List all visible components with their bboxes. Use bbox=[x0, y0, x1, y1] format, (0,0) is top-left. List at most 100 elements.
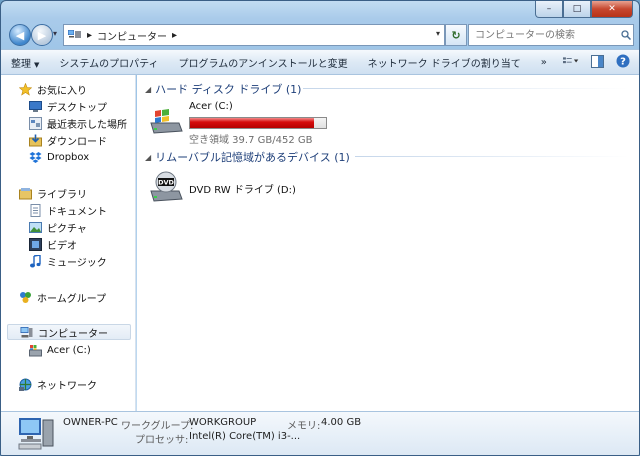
collapse-triangle-icon: ◢ bbox=[145, 84, 152, 94]
windows-drive-icon bbox=[29, 344, 42, 356]
search-input[interactable] bbox=[473, 28, 617, 42]
homegroup-icon bbox=[20, 291, 31, 303]
library-icon bbox=[19, 187, 32, 199]
nav-music-label: ミュージック bbox=[47, 257, 107, 269]
address-row: ◀ ▶ ▾ ▸ コンピューター ▸ ▾ ↻ bbox=[7, 23, 634, 47]
dvd-drive-icon: DVD bbox=[150, 171, 183, 202]
drive-dvd-d-name: DVD RW ドライブ (D:) bbox=[189, 185, 296, 196]
group-header-hard-disk-label: ハード ディスク ドライブ (1) bbox=[155, 83, 302, 96]
svg-text:?: ? bbox=[620, 57, 626, 68]
drive-usage-bar bbox=[189, 117, 327, 129]
group-header-removable[interactable]: ◢ リムーバブル記憶域があるデバイス (1) bbox=[145, 149, 350, 165]
computer-name: OWNER-PC bbox=[63, 417, 118, 428]
nav-desktop-label: デスクトップ bbox=[47, 102, 107, 114]
network-icon bbox=[19, 378, 32, 391]
caption-buttons: – □ ✕ bbox=[535, 1, 633, 18]
nav-desktop[interactable]: デスクトップ bbox=[29, 98, 107, 114]
drive-acer-c-name: Acer (C:) bbox=[189, 101, 233, 112]
system-properties-button[interactable]: システムのプロパティ bbox=[49, 55, 168, 70]
command-bar: 整理 ▼ システムのプロパティ プログラムのアンインストールと変更 ネットワーク … bbox=[1, 49, 639, 75]
maximize-button[interactable]: □ bbox=[563, 1, 591, 18]
nav-dropbox-label: Dropbox bbox=[47, 151, 90, 163]
desktop-icon bbox=[29, 100, 42, 112]
details-pane: OWNER-PC ワークグループ: WORKGROUP メモリ: 4.00 GB… bbox=[1, 411, 639, 455]
navigation-pane: お気に入り デスクトップ 最近表示した場所 ダウンロード Dropbox ライブ… bbox=[1, 75, 136, 411]
group-divider bbox=[303, 88, 629, 89]
nav-network[interactable]: ネットワーク bbox=[19, 376, 97, 392]
group-header-removable-label: リムーバブル記憶域があるデバイス (1) bbox=[155, 151, 350, 164]
preview-pane-icon bbox=[590, 54, 604, 68]
nav-documents[interactable]: ドキュメント bbox=[29, 202, 107, 218]
nav-recent-label: 最近表示した場所 bbox=[47, 119, 127, 131]
computer-icon bbox=[68, 30, 81, 38]
nav-recent-places[interactable]: 最近表示した場所 bbox=[29, 115, 127, 131]
memory-value: 4.00 GB bbox=[321, 417, 362, 428]
downloads-icon bbox=[29, 134, 42, 146]
nav-computer[interactable]: コンピューター bbox=[7, 324, 131, 340]
recent-pages-dropdown[interactable]: ▾ bbox=[53, 29, 57, 38]
drive-acer-c-free-space: 空き領域 39.7 GB/452 GB bbox=[189, 135, 313, 146]
star-icon bbox=[19, 82, 32, 96]
group-header-hard-disk[interactable]: ◢ ハード ディスク ドライブ (1) bbox=[145, 81, 301, 97]
back-button[interactable]: ◀ bbox=[9, 24, 31, 46]
address-history-dropdown[interactable]: ▾ bbox=[436, 29, 440, 38]
nav-downloads-label: ダウンロード bbox=[47, 136, 107, 148]
map-network-drive-button[interactable]: ネットワーク ドライブの割り当て bbox=[358, 55, 531, 70]
nav-network-label: ネットワーク bbox=[37, 380, 97, 392]
forward-button[interactable]: ▶ bbox=[31, 24, 53, 46]
nav-dropbox[interactable]: Dropbox bbox=[29, 149, 89, 165]
processor-value: Intel(R) Core(TM) i3-... bbox=[189, 431, 301, 442]
preview-pane-button[interactable] bbox=[589, 53, 605, 69]
drive-usage-fill bbox=[190, 118, 315, 128]
nav-libraries[interactable]: ライブラリ bbox=[19, 185, 87, 201]
organize-menu[interactable]: 整理 ▼ bbox=[1, 55, 49, 70]
recent-places-icon bbox=[29, 116, 42, 130]
drive-dvd-d[interactable]: DVD DVD RW ドライブ (D:) bbox=[147, 171, 347, 207]
workgroup-value: WORKGROUP bbox=[189, 417, 257, 428]
search-box[interactable] bbox=[468, 24, 634, 46]
toolbar-overflow-button[interactable]: » bbox=[531, 57, 557, 68]
minimize-button[interactable]: – bbox=[535, 1, 563, 18]
help-icon: ? bbox=[616, 54, 630, 68]
group-divider bbox=[355, 156, 629, 157]
breadcrumb-separator[interactable]: ▸ bbox=[87, 30, 92, 41]
windows-drive-icon bbox=[150, 109, 183, 134]
nav-homegroup-label: ホームグループ bbox=[37, 293, 107, 305]
nav-computer-label: コンピューター bbox=[38, 328, 108, 340]
dvd-logo-text: DVD bbox=[158, 179, 174, 187]
videos-icon bbox=[29, 237, 42, 251]
nav-libraries-label: ライブラリ bbox=[37, 189, 87, 201]
content-pane: ◢ ハード ディスク ドライブ (1) Acer (C:) 空き領域 39.7 … bbox=[137, 75, 639, 411]
nav-acer-c[interactable]: Acer (C:) bbox=[29, 342, 91, 358]
close-button[interactable]: ✕ bbox=[591, 1, 633, 18]
nav-pictures-label: ピクチャ bbox=[47, 223, 87, 235]
nav-music[interactable]: ミュージック bbox=[29, 253, 107, 269]
organize-label: 整理 bbox=[11, 58, 31, 70]
nav-homegroup[interactable]: ホームグループ bbox=[19, 289, 106, 305]
refresh-button[interactable]: ↻ bbox=[445, 24, 467, 46]
breadcrumb-computer[interactable]: コンピューター bbox=[97, 28, 167, 43]
collapse-triangle-icon: ◢ bbox=[145, 152, 152, 162]
nav-documents-label: ドキュメント bbox=[47, 206, 107, 218]
uninstall-programs-button[interactable]: プログラムのアンインストールと変更 bbox=[169, 55, 358, 70]
computer-icon bbox=[20, 326, 33, 337]
documents-icon bbox=[30, 203, 41, 217]
address-bar[interactable]: ▸ コンピューター ▸ ▾ bbox=[63, 24, 445, 46]
nav-videos-label: ビデオ bbox=[47, 240, 77, 252]
drive-acer-c[interactable]: Acer (C:) 空き領域 39.7 GB/452 GB bbox=[147, 99, 347, 146]
processor-label: プロセッサ: bbox=[135, 435, 189, 446]
breadcrumb-separator-after[interactable]: ▸ bbox=[172, 30, 177, 41]
memory-label: メモリ: bbox=[287, 421, 321, 432]
explorer-window: – □ ✕ ◀ ▶ ▾ ▸ コンピューター ▸ ▾ ↻ 整理▼ bbox=[0, 0, 640, 456]
search-icon bbox=[621, 30, 631, 40]
nav-videos[interactable]: ビデオ bbox=[29, 236, 77, 252]
nav-downloads[interactable]: ダウンロード bbox=[29, 132, 107, 148]
pictures-icon bbox=[29, 221, 42, 233]
help-button[interactable]: ? bbox=[615, 53, 631, 69]
workgroup-label: ワークグループ: bbox=[121, 421, 194, 432]
nav-favorites[interactable]: お気に入り bbox=[19, 81, 87, 97]
nav-pictures[interactable]: ピクチャ bbox=[29, 219, 87, 235]
view-options-icon bbox=[563, 57, 579, 64]
change-view-button[interactable] bbox=[563, 53, 579, 69]
nav-acer-c-label: Acer (C:) bbox=[47, 344, 91, 356]
